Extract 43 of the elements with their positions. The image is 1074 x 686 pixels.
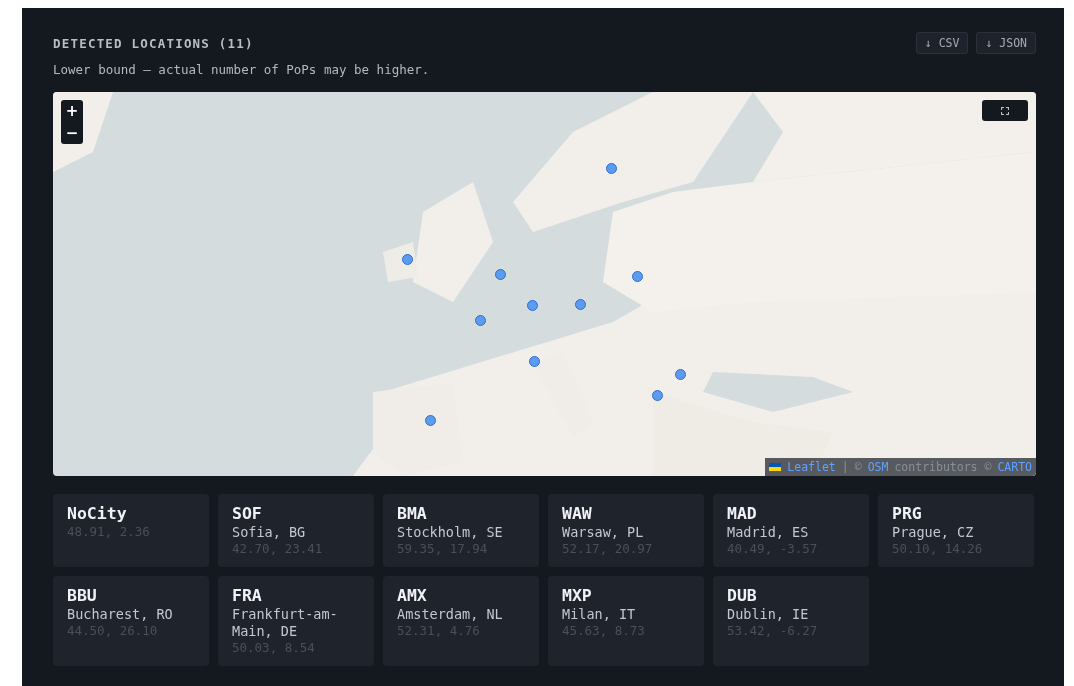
map-marker[interactable] bbox=[474, 314, 486, 326]
section-title: DETECTED LOCATIONS (11) bbox=[53, 35, 254, 51]
map-marker[interactable] bbox=[527, 300, 538, 312]
location-code: NoCity bbox=[67, 504, 128, 524]
location-city: Warsaw, PL bbox=[562, 524, 645, 541]
map-marker[interactable] bbox=[424, 414, 436, 426]
map-marker[interactable] bbox=[495, 269, 507, 281]
location-code: AMX bbox=[397, 586, 428, 606]
map-marker[interactable] bbox=[631, 271, 643, 283]
location-code: BMA bbox=[397, 504, 428, 524]
location-city: Prague, CZ bbox=[892, 524, 975, 541]
zoom-out-button[interactable]: − bbox=[61, 122, 83, 144]
location-city: Dublin, IE bbox=[727, 606, 810, 623]
location-city: Amsterdam, NL bbox=[397, 606, 504, 623]
map-marker[interactable] bbox=[606, 163, 618, 175]
map-marker[interactable] bbox=[652, 390, 664, 401]
location-code: SOF bbox=[232, 504, 263, 524]
fullscreen-button[interactable] bbox=[982, 100, 1028, 121]
fullscreen-icon bbox=[1001, 106, 1009, 115]
flag-icon bbox=[769, 463, 782, 471]
map-marker[interactable] bbox=[402, 253, 413, 265]
location-city: Milan, IT bbox=[562, 606, 637, 623]
export-button[interactable]: ↓ CSV bbox=[915, 32, 969, 54]
location-code: MAD bbox=[727, 504, 758, 524]
map-marker[interactable] bbox=[575, 299, 587, 311]
location-code: DUB bbox=[727, 586, 758, 606]
location-city: Bucharest, RO bbox=[67, 606, 174, 623]
location-code: PRG bbox=[892, 504, 923, 524]
location-code: MXP bbox=[562, 586, 593, 606]
location-city: Madrid, ES bbox=[727, 524, 810, 541]
location-code: FRA bbox=[232, 586, 263, 606]
export-button[interactable]: ↓ JSON bbox=[976, 32, 1036, 54]
map-marker[interactable] bbox=[675, 369, 687, 380]
attribution-text: © bbox=[854, 460, 862, 474]
location-code: BBU bbox=[67, 586, 98, 606]
location-city: Frankfurt-am-Main, DE bbox=[232, 606, 339, 640]
zoom-in-button[interactable]: + bbox=[61, 100, 83, 122]
location-city: Stockholm, SE bbox=[397, 524, 504, 541]
location-code: WAW bbox=[562, 504, 593, 524]
map-marker[interactable] bbox=[528, 355, 540, 367]
attribution-separator: | bbox=[841, 460, 849, 474]
location-city: Sofia, BG bbox=[232, 524, 307, 541]
subtitle: Lower bound — actual number of PoPs may be higher. bbox=[53, 62, 431, 79]
